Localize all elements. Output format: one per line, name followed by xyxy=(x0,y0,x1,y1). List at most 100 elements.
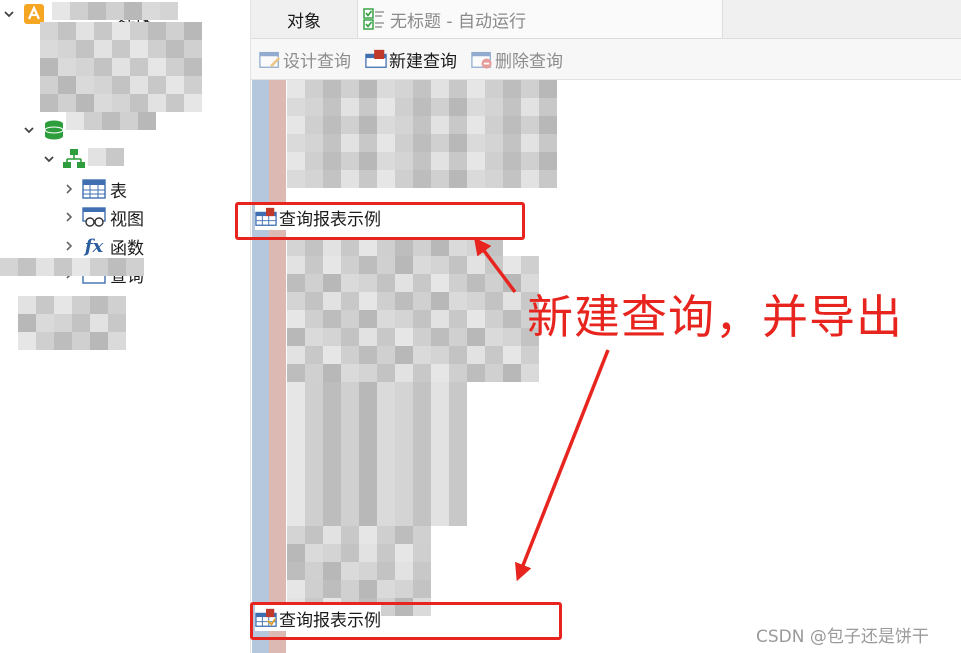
mosaic-block xyxy=(359,170,377,188)
mosaic-block xyxy=(184,76,202,94)
mosaic-block xyxy=(359,116,377,134)
function-icon: fx xyxy=(84,235,104,257)
mosaic-block xyxy=(166,94,184,112)
annotation-callout: 新建查询，并导出 xyxy=(527,290,903,344)
mosaic-block xyxy=(323,454,341,472)
mosaic-block xyxy=(377,134,395,152)
mosaic-block xyxy=(485,292,503,310)
mosaic-block xyxy=(395,274,413,292)
delete-query-icon xyxy=(471,48,493,70)
mosaic-block xyxy=(449,454,467,472)
mosaic-block xyxy=(413,152,431,170)
mosaic-block xyxy=(130,76,148,94)
mosaic-block xyxy=(413,346,431,364)
mosaic-block xyxy=(503,364,521,382)
mosaic-block xyxy=(485,116,503,134)
mosaic-block xyxy=(130,40,148,58)
tree-row-tables[interactable]: 表 xyxy=(62,176,127,202)
mosaic-block xyxy=(431,98,449,116)
mosaic-block xyxy=(395,310,413,328)
mosaic-block xyxy=(503,274,521,292)
chevron-right-icon[interactable] xyxy=(62,210,76,224)
mosaic-block xyxy=(539,134,557,152)
new-query-icon xyxy=(365,48,387,70)
mosaic-block xyxy=(112,94,130,112)
mosaic-block xyxy=(323,544,341,562)
mosaic-block xyxy=(395,292,413,310)
chevron-down-icon[interactable] xyxy=(22,123,36,137)
mosaic-block xyxy=(395,400,413,418)
mosaic-block xyxy=(359,80,377,98)
chevron-right-icon[interactable] xyxy=(62,182,76,196)
mosaic-block xyxy=(377,274,395,292)
mosaic-block xyxy=(359,292,377,310)
mosaic-block xyxy=(287,436,305,454)
mosaic-block xyxy=(40,76,58,94)
tree-row-schema[interactable] xyxy=(42,146,90,172)
mosaic-block xyxy=(130,22,148,40)
mosaic-block xyxy=(431,400,449,418)
delete-query-button[interactable]: 删除查询 xyxy=(471,47,569,72)
chevron-down-icon[interactable] xyxy=(42,152,56,166)
mosaic-block xyxy=(395,454,413,472)
mosaic-block xyxy=(94,58,112,76)
mosaic-block xyxy=(377,310,395,328)
mosaic-block xyxy=(449,508,467,526)
mosaic-block xyxy=(160,2,178,20)
mosaic-block xyxy=(413,310,431,328)
mosaic-block xyxy=(377,526,395,544)
mosaic-block xyxy=(126,258,144,276)
mosaic-block xyxy=(431,274,449,292)
mosaic-block xyxy=(341,134,359,152)
mosaic-block xyxy=(323,274,341,292)
mosaic-block xyxy=(467,274,485,292)
design-query-button[interactable]: 设计查询 xyxy=(259,47,357,72)
mosaic-block xyxy=(503,152,521,170)
mosaic-block xyxy=(72,332,90,350)
mosaic-block xyxy=(431,256,449,274)
tree-row-functions[interactable]: fx 函数 xyxy=(62,233,144,259)
mosaic-block xyxy=(108,314,126,332)
mosaic-block xyxy=(166,58,184,76)
tree-row-views[interactable]: 视图 xyxy=(62,204,144,230)
mosaic-block xyxy=(287,170,305,188)
mosaic-block xyxy=(539,98,557,116)
mosaic-block xyxy=(287,328,305,346)
mosaic-block xyxy=(377,256,395,274)
mosaic-block xyxy=(72,314,90,332)
mosaic-block xyxy=(323,80,341,98)
table-icon xyxy=(82,178,106,200)
mosaic-block xyxy=(58,22,76,40)
mosaic-block xyxy=(54,332,72,350)
mosaic-block xyxy=(76,58,94,76)
mosaic-block xyxy=(66,112,84,130)
chevron-down-icon[interactable] xyxy=(2,7,16,21)
tab-untitled-query[interactable]: 无标题 - 自动运行 xyxy=(357,0,723,38)
mosaic-block xyxy=(341,346,359,364)
new-query-button[interactable]: 新建查询 xyxy=(365,47,463,72)
mosaic-block xyxy=(287,256,305,274)
mosaic-block xyxy=(467,170,485,188)
mosaic-block xyxy=(413,472,431,490)
mosaic-block xyxy=(90,258,108,276)
mosaic-block xyxy=(431,170,449,188)
mosaic-block xyxy=(341,544,359,562)
mosaic-block xyxy=(305,454,323,472)
mosaic-block xyxy=(449,490,467,508)
mosaic-block xyxy=(431,454,449,472)
mosaic-block xyxy=(323,98,341,116)
chevron-right-icon[interactable] xyxy=(62,239,76,253)
mosaic-block xyxy=(323,490,341,508)
mosaic-block xyxy=(287,292,305,310)
mosaic-block xyxy=(467,152,485,170)
mosaic-block xyxy=(287,526,305,544)
mosaic-block xyxy=(413,580,431,598)
tree-row-database[interactable] xyxy=(22,117,70,143)
mosaic-block xyxy=(40,94,58,112)
mosaic-block xyxy=(36,258,54,276)
mosaic-block xyxy=(184,22,202,40)
mosaic-block xyxy=(323,400,341,418)
tab-objects[interactable]: 对象 xyxy=(251,0,357,38)
mosaic-block xyxy=(287,274,305,292)
mosaic-block xyxy=(90,296,108,314)
